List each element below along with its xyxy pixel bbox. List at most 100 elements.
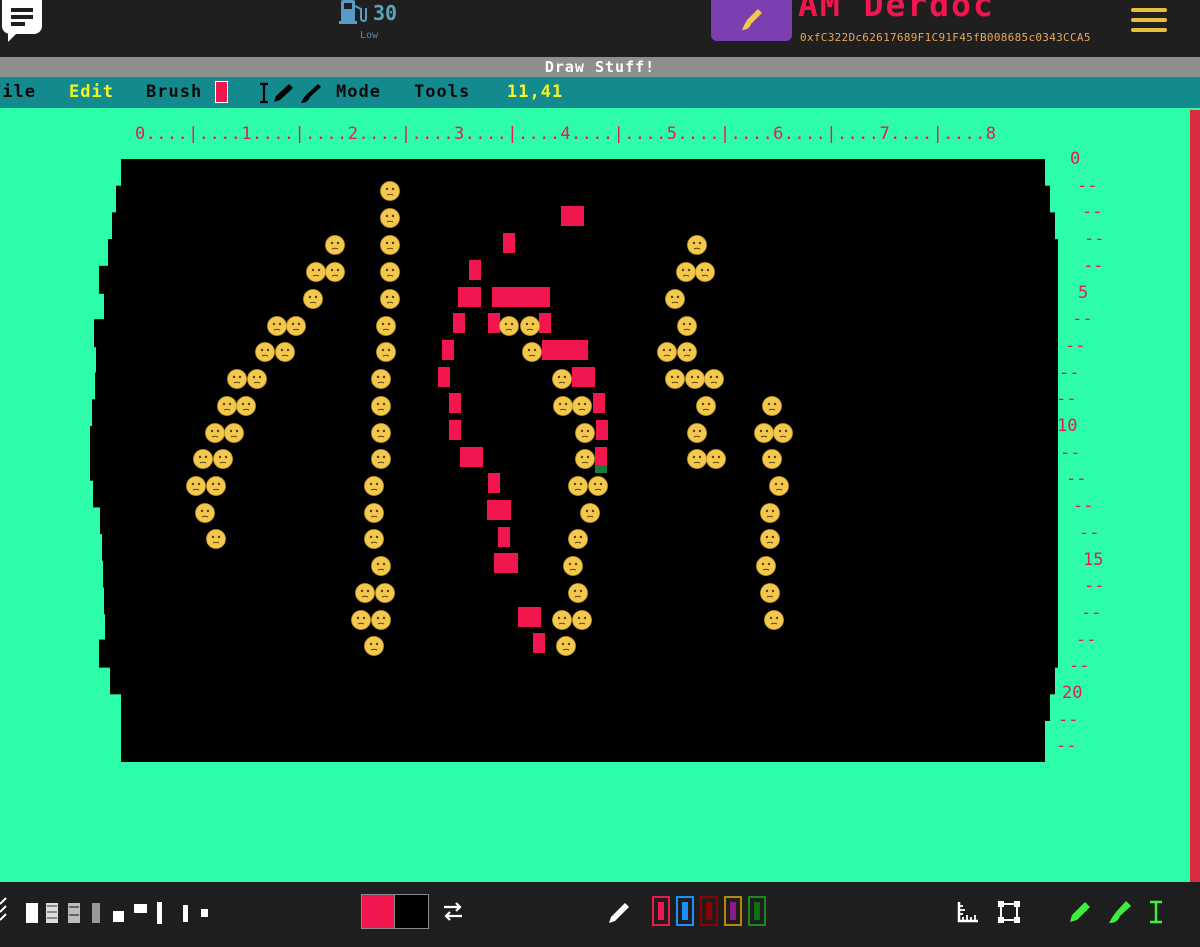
ruler-tick: -- [1083, 255, 1104, 276]
ruler-tick: -- [1084, 229, 1105, 250]
ruler-number: 20 [1062, 683, 1083, 703]
bottom-toolbar [0, 882, 1200, 947]
smiley-emoji-icon [380, 208, 400, 228]
smiley-emoji-icon [364, 503, 384, 523]
ruler-tick: -- [1059, 362, 1080, 383]
menu-edit[interactable]: Edit [69, 82, 114, 102]
menu-file[interactable]: File [0, 82, 36, 102]
right-scroll-edge[interactable] [1190, 110, 1200, 882]
smiley-emoji-icon [380, 235, 400, 255]
smiley-emoji-icon [756, 556, 776, 576]
chat-icon[interactable] [2, 0, 42, 42]
text-cursor-icon[interactable] [1147, 900, 1165, 924]
red-pixel-block [458, 287, 481, 307]
text-cursor-icon[interactable] [260, 82, 268, 104]
smiley-emoji-icon [193, 449, 213, 469]
brush-icon[interactable] [1108, 900, 1132, 924]
red-pixel-block [561, 206, 584, 226]
red-pixel-block [492, 287, 550, 307]
smiley-emoji-icon [580, 503, 600, 523]
palette-swatch[interactable] [724, 896, 742, 926]
avatar[interactable] [711, 0, 792, 41]
smiley-emoji-icon [380, 262, 400, 282]
smiley-emoji-icon [568, 476, 588, 496]
brush-color-swatch[interactable] [215, 81, 228, 103]
red-pixel-block [539, 313, 551, 333]
smiley-emoji-icon [696, 396, 716, 416]
paintbrush-icon [742, 9, 762, 30]
pencil-icon[interactable] [1068, 900, 1092, 924]
red-pixel-block [488, 313, 500, 333]
hamburger-menu-icon[interactable] [1131, 8, 1167, 34]
smiley-emoji-icon [773, 423, 793, 443]
smiley-emoji-icon [351, 610, 371, 630]
smiley-emoji-icon [704, 369, 724, 389]
red-pixel-block [595, 447, 607, 467]
menu-brush[interactable]: Brush [146, 82, 202, 102]
smiley-emoji-icon [364, 476, 384, 496]
red-pixel-block [487, 500, 511, 520]
smiley-emoji-icon [552, 610, 572, 630]
brush-size-icons[interactable] [0, 892, 215, 932]
smiley-emoji-icon [665, 289, 685, 309]
smiley-emoji-icon [553, 396, 573, 416]
smiley-emoji-icon [499, 316, 519, 336]
smiley-emoji-icon [572, 396, 592, 416]
ruler-number: 15 [1083, 549, 1104, 570]
red-pixel-block [596, 420, 608, 440]
ruler-tick: -- [1065, 335, 1086, 356]
smiley-emoji-icon [364, 636, 384, 656]
drawing-canvas[interactable] [90, 159, 1058, 762]
eyedropper-icon[interactable] [607, 901, 631, 925]
smiley-emoji-icon [687, 235, 707, 255]
palette-swatch[interactable] [700, 896, 718, 926]
smiley-emoji-icon [575, 423, 595, 443]
gas-pump-icon [339, 0, 367, 24]
smiley-emoji-icon [760, 529, 780, 549]
select-frame-icon[interactable] [997, 900, 1021, 924]
red-pixel-block [498, 527, 510, 547]
top-bar: 30 Low AM Derdoc 0xfC322Dc62617689F1C91F… [0, 0, 1200, 57]
smiley-emoji-icon [286, 316, 306, 336]
smiley-emoji-icon [325, 235, 345, 255]
smiley-emoji-icon [685, 369, 705, 389]
menu-tools[interactable]: Tools [414, 82, 470, 102]
smiley-emoji-icon [227, 369, 247, 389]
smiley-emoji-icon [371, 610, 391, 630]
smiley-emoji-icon [764, 610, 784, 630]
smiley-emoji-icon [255, 342, 275, 362]
smiley-emoji-icon [306, 262, 326, 282]
smiley-emoji-icon [376, 342, 396, 362]
smiley-emoji-icon [762, 396, 782, 416]
smiley-emoji-icon [665, 369, 685, 389]
red-pixel-block [593, 393, 605, 413]
smiley-emoji-icon [677, 316, 697, 336]
red-pixel-block [442, 340, 454, 360]
ruler-icon[interactable] [956, 900, 980, 924]
red-pixel-block [503, 233, 515, 253]
red-pixel-block [533, 633, 545, 653]
background-color-swatch[interactable] [394, 894, 429, 929]
brush-icon[interactable] [301, 84, 321, 103]
menu-mode[interactable]: Mode [336, 82, 381, 102]
smiley-emoji-icon [236, 396, 256, 416]
ruler-tick: -- [1073, 496, 1094, 517]
ruler-number: 0 [1070, 149, 1081, 169]
smiley-emoji-icon [687, 423, 707, 443]
smiley-emoji-icon [563, 556, 583, 576]
palette-swatch[interactable] [676, 896, 694, 926]
pencil-icon[interactable] [274, 84, 293, 102]
ruler-tick: -- [1076, 629, 1097, 650]
smiley-emoji-icon [303, 289, 323, 309]
smiley-emoji-icon [275, 342, 295, 362]
red-pixel-block [460, 447, 483, 467]
smiley-emoji-icon [205, 423, 225, 443]
ruler-tick: -- [1056, 736, 1077, 757]
smiley-emoji-icon [657, 342, 677, 362]
smiley-emoji-icon [769, 476, 789, 496]
palette-swatch[interactable] [748, 896, 766, 926]
palette-swatch[interactable] [652, 896, 670, 926]
foreground-color-swatch[interactable] [361, 894, 396, 929]
swap-colors-icon[interactable] [442, 901, 464, 923]
gas-label: Low [360, 30, 379, 41]
